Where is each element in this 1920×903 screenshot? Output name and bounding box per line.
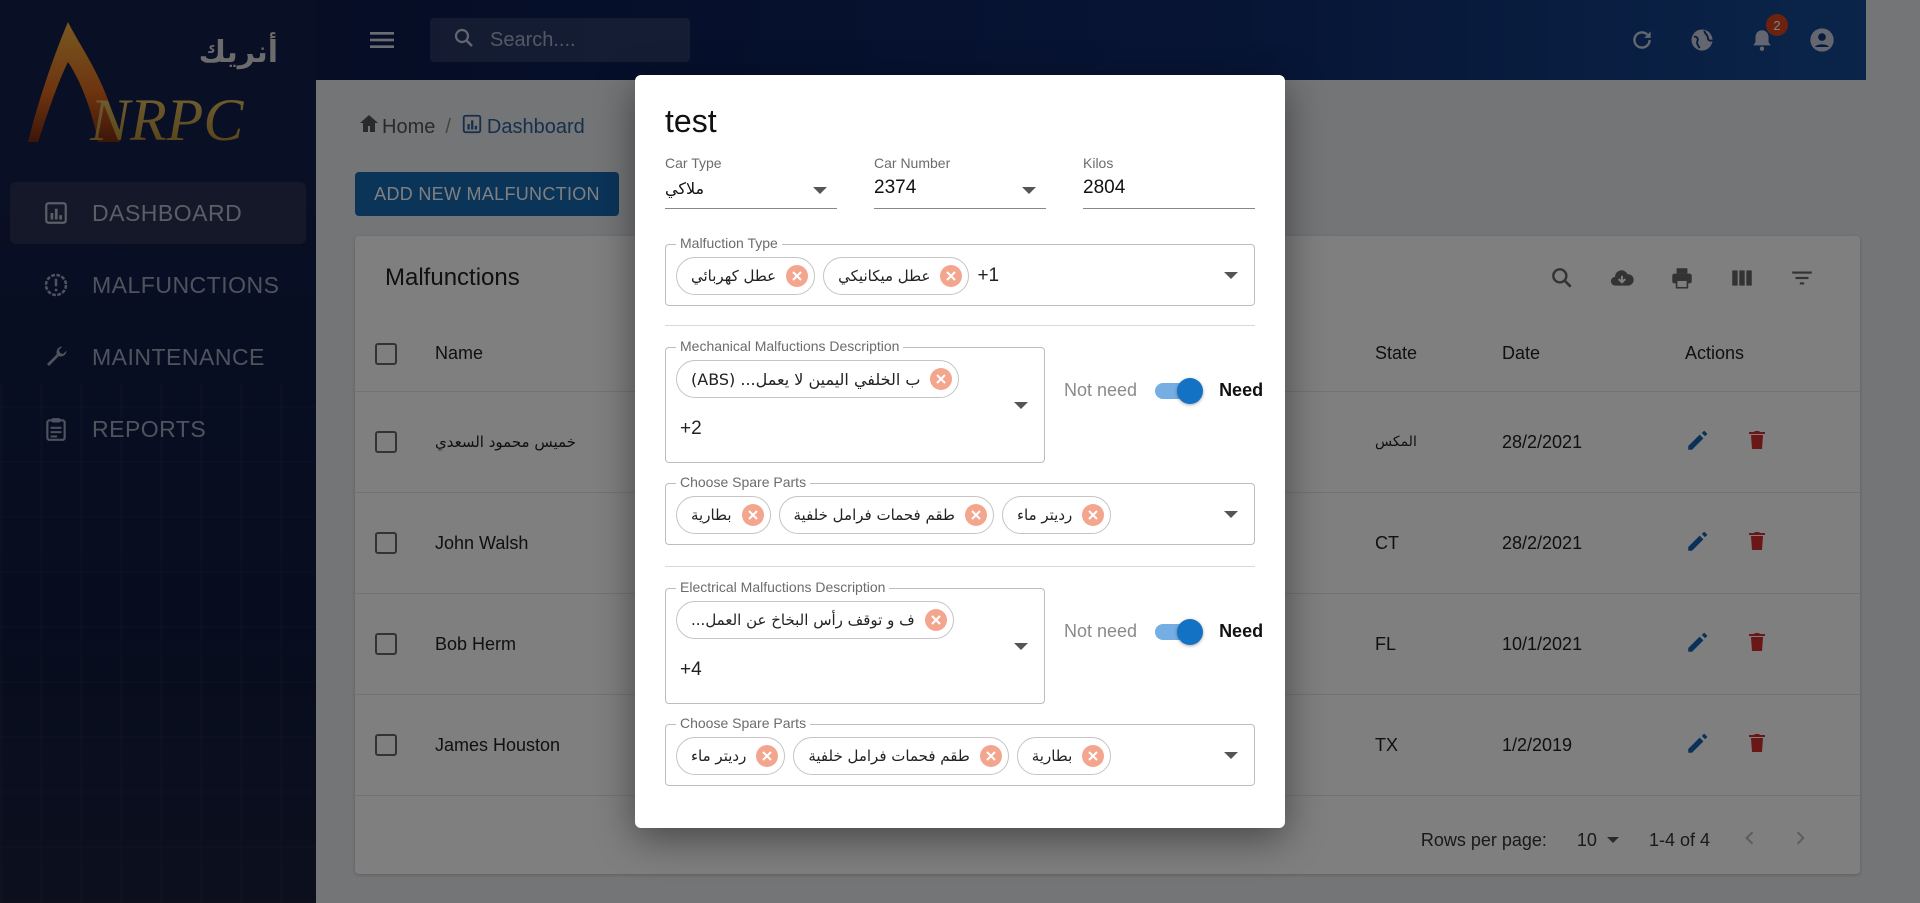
chip-remove-icon[interactable] bbox=[964, 504, 987, 526]
mechanical-description-chip[interactable]: (ABS) ...ب الخلفي اليمين لا يعمل bbox=[676, 360, 960, 398]
section-divider bbox=[665, 325, 1255, 326]
spare-part-chip[interactable]: رديتر ماء bbox=[676, 737, 786, 775]
chip-remove-icon[interactable] bbox=[756, 745, 779, 767]
car-type-value: ملاكي bbox=[665, 179, 705, 198]
section-divider bbox=[665, 566, 1255, 567]
toggle-on-label: Need bbox=[1219, 379, 1264, 400]
chip-remove-icon[interactable] bbox=[940, 265, 963, 287]
kilos-value: 2804 bbox=[1083, 177, 1126, 198]
electrical-description-chip[interactable]: ...ف و توقف رأس البخاخ عن العمل bbox=[676, 601, 954, 639]
spare-part-chip[interactable]: طقم فحمات فرامل خلفية bbox=[793, 737, 1009, 775]
dialog-title: test bbox=[665, 103, 717, 139]
chevron-down-icon bbox=[813, 187, 827, 194]
chip-remove-icon[interactable] bbox=[979, 745, 1002, 767]
chip-remove-icon[interactable] bbox=[741, 504, 764, 526]
more-count: +1 bbox=[977, 265, 1000, 286]
chip-remove-icon[interactable] bbox=[786, 265, 809, 287]
car-type-select[interactable]: Car Type ملاكي bbox=[665, 155, 837, 211]
spare-parts-label: Choose Spare Parts bbox=[676, 474, 811, 490]
mechanical-description-label: Mechanical Malfuctions Description bbox=[676, 338, 904, 354]
car-type-label: Car Type bbox=[665, 155, 722, 171]
electrical-spare-parts-select[interactable]: Choose Spare Parts رديتر ماء طقم فحمات ف… bbox=[665, 715, 1255, 786]
toggle-on-label: Need bbox=[1219, 620, 1264, 641]
kilos-field[interactable]: Kilos 2804 bbox=[1083, 155, 1255, 211]
mechanical-need-toggle[interactable]: Not need Need bbox=[1064, 377, 1264, 404]
malfunction-type-chip[interactable]: عطل كهربائي bbox=[676, 257, 816, 295]
mechanical-description-select[interactable]: Mechanical Malfuctions Description (ABS)… bbox=[665, 338, 1045, 463]
malfunction-type-label: Malfuction Type bbox=[676, 235, 782, 251]
chevron-down-icon bbox=[1224, 752, 1238, 759]
spare-part-chip[interactable]: رديتر ماء bbox=[1001, 496, 1112, 534]
electrical-description-label: Electrical Malfuctions Description bbox=[676, 579, 890, 595]
car-number-value: 2374 bbox=[874, 177, 917, 198]
spare-part-chip[interactable]: بطارية bbox=[1016, 737, 1112, 775]
electrical-need-switch[interactable] bbox=[1155, 618, 1204, 645]
chevron-down-icon bbox=[1224, 511, 1238, 518]
more-count: +2 bbox=[680, 418, 702, 439]
chip-remove-icon[interactable] bbox=[930, 368, 953, 390]
spare-parts-label: Choose Spare Parts bbox=[676, 715, 811, 731]
mechanical-spare-parts-select[interactable]: Choose Spare Parts بطارية طقم فحمات فرام… bbox=[665, 474, 1255, 545]
chip-remove-icon[interactable] bbox=[1082, 504, 1105, 526]
mechanical-need-switch[interactable] bbox=[1155, 377, 1204, 404]
chip-remove-icon[interactable] bbox=[924, 609, 947, 631]
toggle-off-label: Not need bbox=[1064, 379, 1138, 400]
car-number-select[interactable]: Car Number 2374 bbox=[874, 155, 1046, 211]
chip-remove-icon[interactable] bbox=[1082, 745, 1105, 767]
chevron-down-icon bbox=[1224, 272, 1238, 279]
toggle-off-label: Not need bbox=[1064, 620, 1138, 641]
car-number-label: Car Number bbox=[874, 155, 951, 171]
kilos-label: Kilos bbox=[1083, 155, 1114, 171]
chevron-down-icon bbox=[1022, 187, 1036, 194]
malfunction-type-select[interactable]: Malfuction Type عطل كهربائي عطل ميكانيكي… bbox=[665, 235, 1255, 306]
spare-part-chip[interactable]: طقم فحمات فرامل خلفية bbox=[778, 496, 994, 534]
chevron-down-icon bbox=[1014, 402, 1028, 409]
chevron-down-icon bbox=[1014, 643, 1028, 650]
electrical-description-select[interactable]: Electrical Malfuctions Description ...ف … bbox=[665, 579, 1045, 704]
malfunction-dialog: test Car Type ملاكي Car Number 2374 Kilo… bbox=[635, 75, 1285, 828]
malfunction-type-chip[interactable]: عطل ميكانيكي bbox=[823, 257, 970, 295]
more-count: +4 bbox=[680, 659, 702, 680]
electrical-need-toggle[interactable]: Not need Need bbox=[1064, 618, 1264, 645]
spare-part-chip[interactable]: بطارية bbox=[676, 496, 771, 534]
